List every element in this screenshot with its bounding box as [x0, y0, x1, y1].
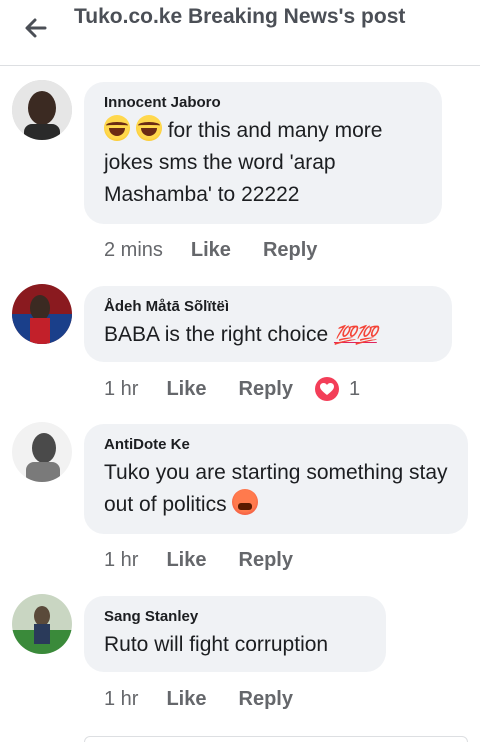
- reaction-summary[interactable]: 1: [314, 377, 361, 401]
- comment-author[interactable]: AntiDote Ke: [104, 436, 448, 454]
- reply-button[interactable]: Reply: [263, 239, 317, 262]
- reply-button[interactable]: Reply: [239, 549, 293, 572]
- comment-text-body: BABA is the right choice: [104, 323, 329, 346]
- avatar[interactable]: [12, 422, 72, 482]
- laugh-emoji-icon: [135, 115, 162, 141]
- comment-time[interactable]: 1 hr: [104, 549, 138, 572]
- page-title: Tuko.co.ke Breaking News's post: [74, 5, 406, 28]
- reply-button[interactable]: Reply: [239, 688, 293, 711]
- comment-text: for this and many more jokes sms the wor…: [104, 115, 422, 211]
- comment-bubble[interactable]: AntiDote Ke Tuko you are starting someth…: [84, 424, 468, 534]
- comment-time[interactable]: 1 hr: [104, 378, 138, 401]
- reaction-count: 1: [348, 377, 361, 400]
- comment-author[interactable]: Ådeh Måtā Sõlïtëì: [104, 298, 432, 316]
- avatar[interactable]: [12, 594, 72, 654]
- back-button[interactable]: [18, 10, 54, 46]
- comment-text: BABA is the right choice 💯💯: [104, 319, 432, 351]
- comment-text-body: Tuko you are starting something stay out…: [104, 461, 448, 516]
- comment-text: Tuko you are starting something stay out…: [104, 457, 448, 521]
- comment-time[interactable]: 2 mins: [104, 239, 163, 262]
- comment-bubble[interactable]: Ådeh Måtā Sõlïtëì BABA is the right choi…: [84, 286, 452, 362]
- comment-time[interactable]: 1 hr: [104, 688, 138, 711]
- heart-reaction-icon: [314, 377, 339, 401]
- avatar[interactable]: [12, 284, 72, 344]
- angry-emoji-icon: [232, 489, 259, 515]
- arrow-left-icon: [25, 18, 47, 38]
- hundred-emoji-icon: 💯💯: [333, 325, 378, 345]
- comment-bubble[interactable]: Innocent Jaboro for this and many more j…: [84, 82, 442, 224]
- comment-bubble[interactable]: Sang Stanley Ruto will fight corruption: [84, 596, 386, 672]
- comment-meta: 2 mins Like Reply: [104, 236, 349, 264]
- avatar[interactable]: [12, 80, 72, 140]
- comment-meta: 1 hr Like Reply: [104, 546, 325, 574]
- like-button[interactable]: Like: [166, 688, 206, 711]
- comment-author[interactable]: Innocent Jaboro: [104, 94, 422, 112]
- comment-text: Ruto will fight corruption: [104, 633, 329, 656]
- reply-button[interactable]: Reply: [239, 378, 293, 401]
- post-header: Tuko.co.ke Breaking News's post: [0, 0, 480, 66]
- comment-author[interactable]: Sang Stanley: [104, 608, 366, 626]
- like-button[interactable]: Like: [166, 378, 206, 401]
- like-button[interactable]: Like: [191, 239, 231, 262]
- comment-meta: 1 hr Like Reply: [104, 685, 325, 713]
- comment-meta: 1 hr Like Reply 1: [104, 375, 360, 403]
- laugh-emoji-icon: [104, 115, 130, 141]
- like-button[interactable]: Like: [166, 549, 206, 572]
- next-comment-edge: [84, 736, 468, 742]
